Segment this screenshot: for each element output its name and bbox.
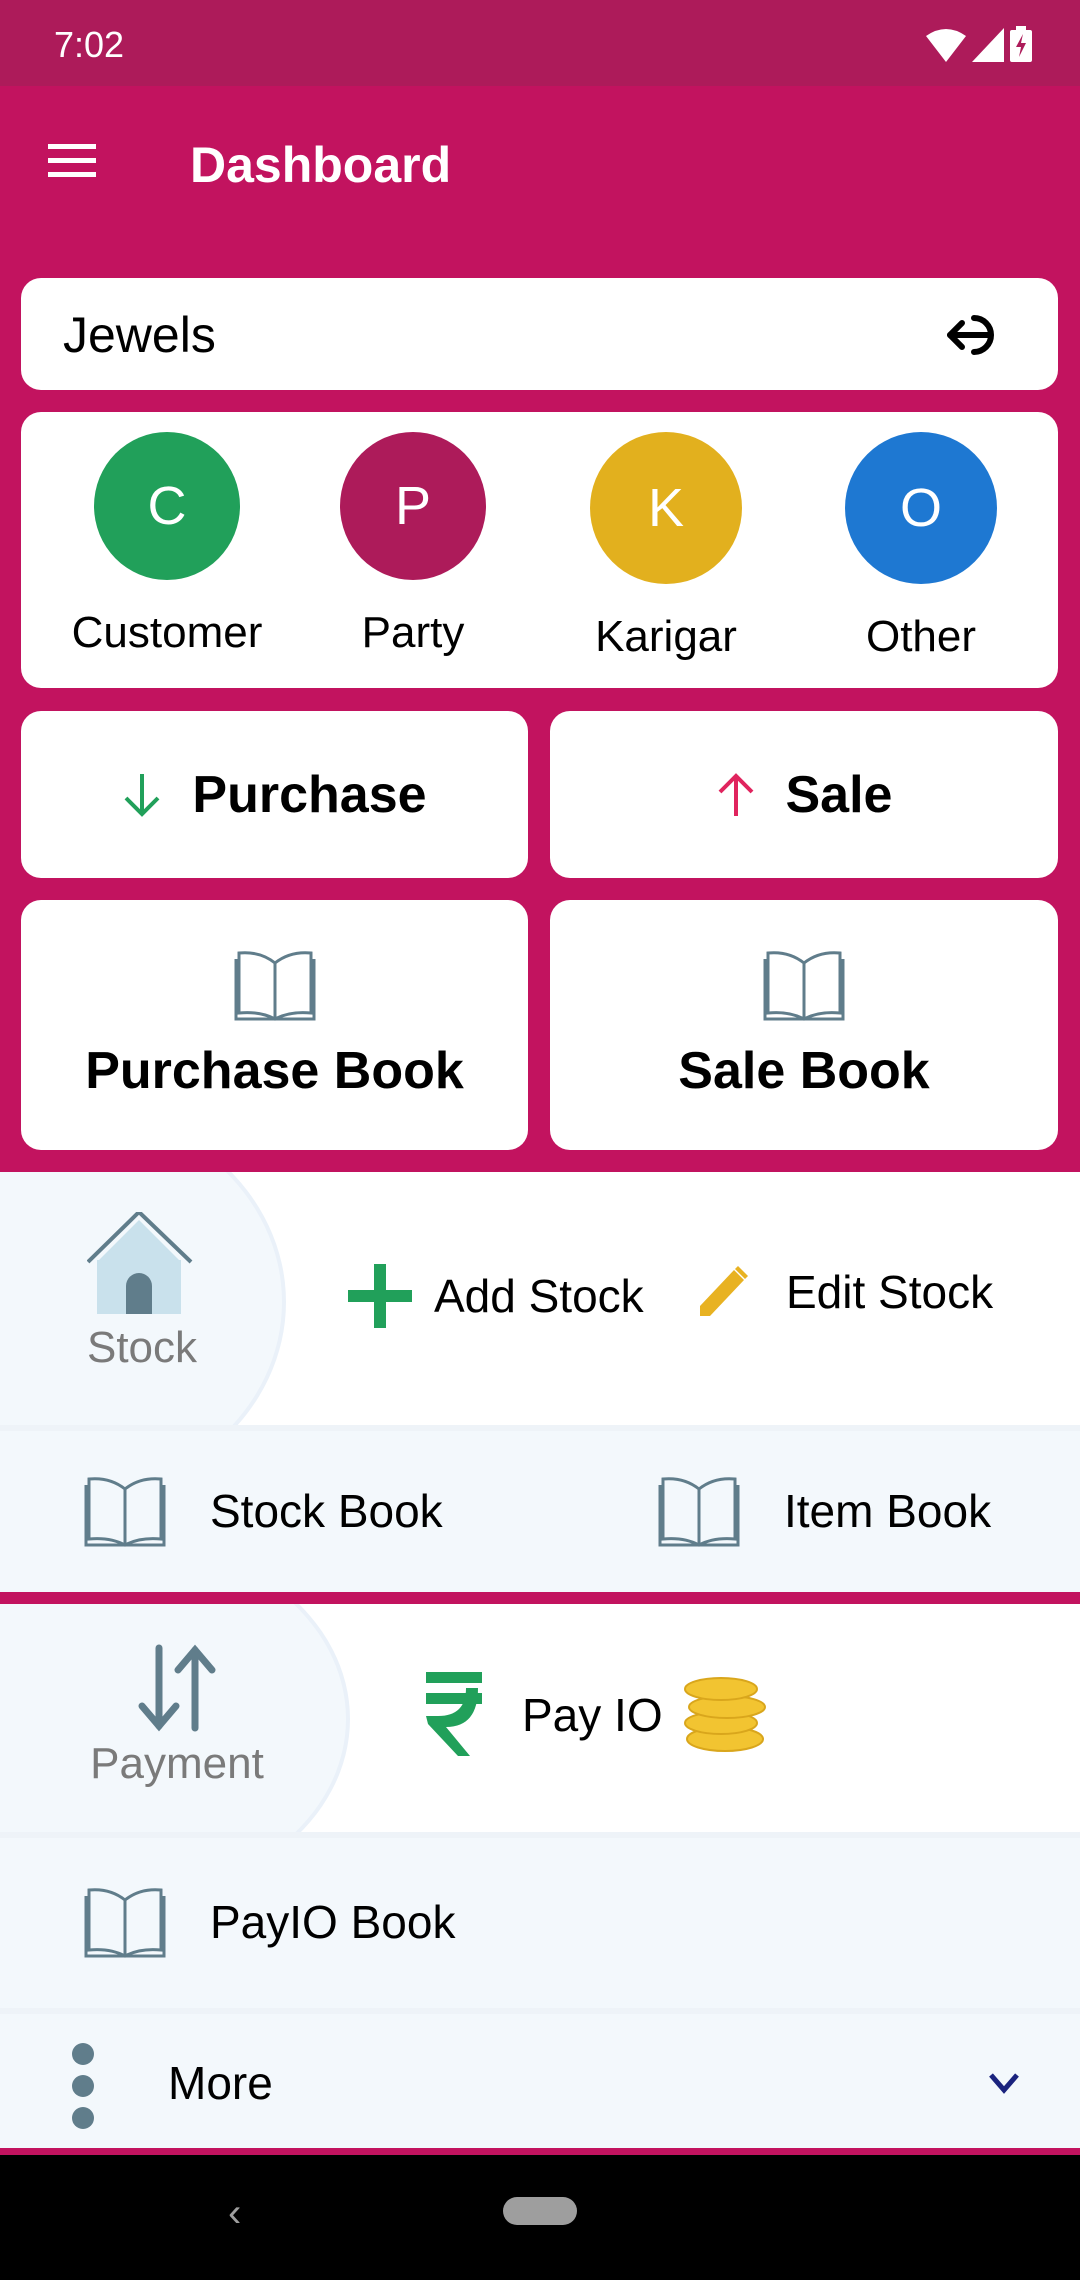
bottom-accent-line <box>0 2148 1080 2155</box>
purchase-button[interactable]: Purchase <box>21 711 528 878</box>
party-label: Party <box>361 608 465 657</box>
hamburger-menu-icon[interactable] <box>48 144 98 184</box>
warehouse-icon <box>86 1209 193 1314</box>
customer-avatar: C <box>94 432 240 580</box>
customer-label: Customer <box>71 608 263 657</box>
edit-stock-button[interactable]: Edit Stock <box>696 1264 993 1320</box>
payment-hub[interactable]: Payment <box>72 1644 282 1789</box>
book-icon <box>234 951 315 1021</box>
back-icon[interactable]: ‹ <box>228 2191 241 2236</box>
more-vertical-icon <box>72 2043 94 2129</box>
party-button[interactable]: P Party <box>313 432 513 658</box>
more-label: More <box>168 2057 273 2109</box>
item-book-label: Item Book <box>784 1485 992 1537</box>
app-bar: Dashboard <box>0 86 1080 246</box>
payio-book-row: PayIO Book <box>0 1832 1080 2008</box>
book-icon <box>84 1477 166 1547</box>
sale-label: Sale <box>785 765 893 824</box>
arrow-down-icon <box>125 773 160 817</box>
sale-book-label: Sale Book <box>678 1042 930 1100</box>
contact-types-card: C Customer P Party K Karigar O Other <box>21 412 1058 688</box>
purchase-book-button[interactable]: Purchase Book <box>21 900 528 1150</box>
plus-icon <box>348 1264 412 1328</box>
pencil-icon <box>700 1266 748 1316</box>
payio-book-label: PayIO Book <box>210 1896 456 1948</box>
book-icon <box>763 951 845 1021</box>
firm-card[interactable]: Jewels <box>21 278 1058 390</box>
payio-book-button[interactable]: PayIO Book <box>82 1886 455 1958</box>
item-book-button[interactable]: Item Book <box>656 1475 991 1547</box>
customer-button[interactable]: C Customer <box>67 432 267 658</box>
other-avatar: O <box>845 432 997 584</box>
payment-label: Payment <box>90 1739 264 1788</box>
sale-book-button[interactable]: Sale Book <box>550 900 1058 1150</box>
logout-icon[interactable] <box>944 308 1008 362</box>
book-icon <box>658 1477 740 1547</box>
signal-icon <box>972 28 1004 62</box>
battery-charging-icon <box>1010 26 1032 62</box>
purchase-label: Purchase <box>192 765 427 824</box>
karigar-label: Karigar <box>595 612 737 661</box>
page-title: Dashboard <box>190 137 452 193</box>
home-pill-button[interactable] <box>503 2197 577 2225</box>
chevron-down-icon[interactable] <box>988 2072 1020 2094</box>
stock-section: Stock Add Stock Edit Stock <box>0 1172 1080 1425</box>
section-divider <box>0 1592 1080 1604</box>
stock-hub[interactable]: Stock <box>62 1209 222 1373</box>
stock-books-row: Stock Book Item Book <box>0 1425 1080 1592</box>
add-stock-label: Add Stock <box>434 1270 644 1322</box>
other-button[interactable]: O Other <box>821 432 1021 662</box>
other-label: Other <box>865 612 977 661</box>
karigar-button[interactable]: K Karigar <box>566 432 766 662</box>
status-time: 7:02 <box>54 24 125 65</box>
arrow-up-icon <box>718 772 753 816</box>
sale-button[interactable]: Sale <box>550 711 1058 878</box>
stock-label: Stock <box>86 1323 198 1372</box>
stock-book-button[interactable]: Stock Book <box>82 1475 443 1547</box>
transfer-arrows-icon <box>138 1644 216 1732</box>
wifi-icon <box>926 29 966 62</box>
edit-stock-label: Edit Stock <box>786 1266 994 1318</box>
firm-name: Jewels <box>63 307 216 363</box>
purchase-book-label: Purchase Book <box>85 1042 464 1100</box>
coins-icon <box>683 1677 766 1752</box>
karigar-avatar: K <box>590 432 742 584</box>
pay-io-label: Pay IO <box>522 1689 663 1741</box>
system-nav-bar: ‹ <box>0 2155 1080 2280</box>
payment-section: Payment Pay IO <box>0 1604 1080 1838</box>
stock-book-label: Stock Book <box>210 1485 443 1537</box>
book-icon <box>84 1888 166 1958</box>
status-bar: 7:02 <box>0 0 1080 86</box>
more-row[interactable]: More <box>0 2008 1080 2148</box>
pay-io-button[interactable]: Pay IO <box>426 1672 773 1758</box>
add-stock-button[interactable]: Add Stock <box>348 1264 644 1328</box>
rupee-icon <box>426 1672 482 1756</box>
party-avatar: P <box>340 432 486 580</box>
